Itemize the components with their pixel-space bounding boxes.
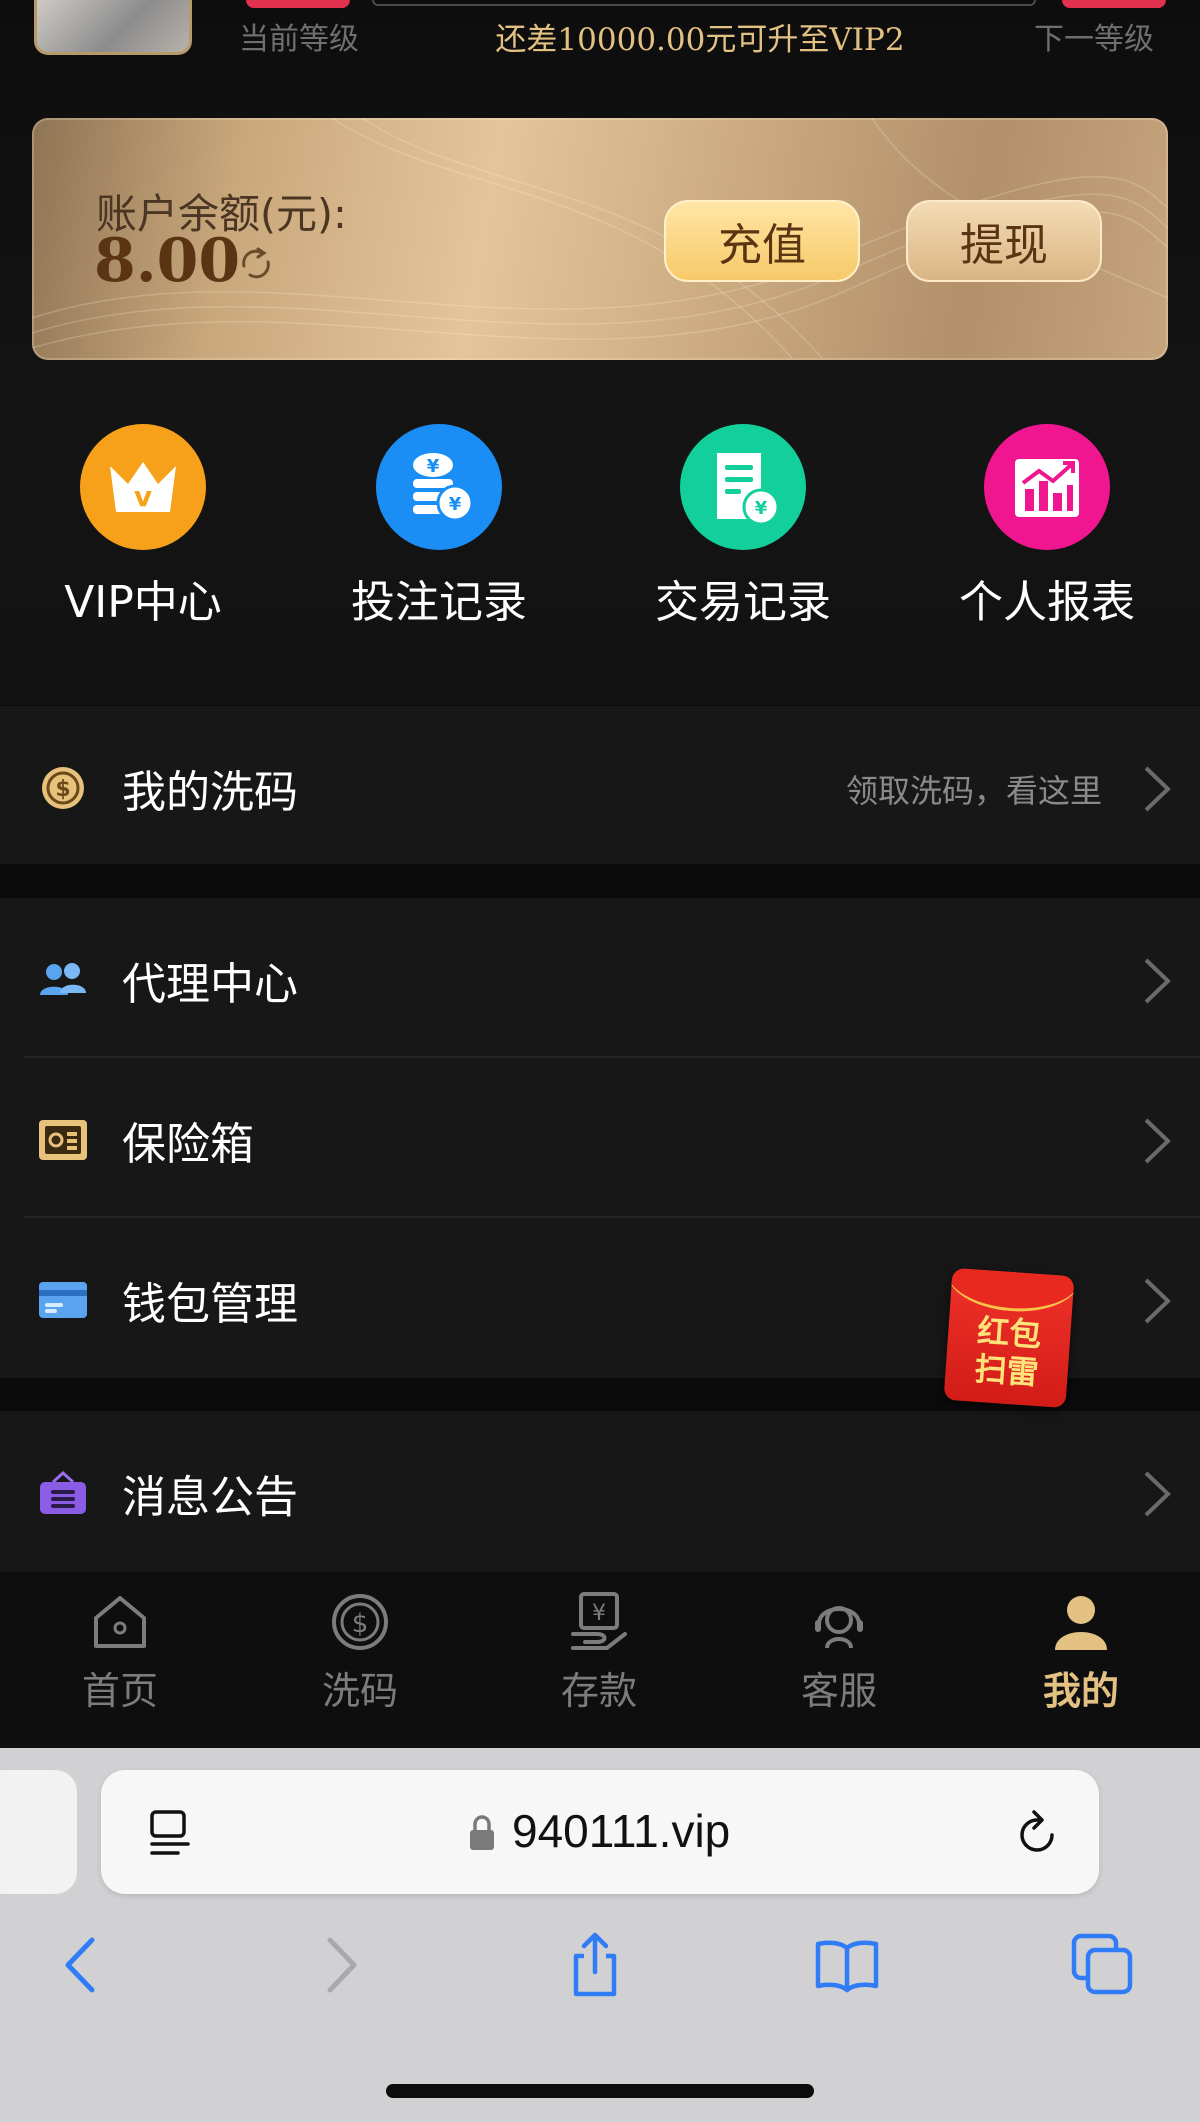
wallet-card-icon [39, 1282, 87, 1318]
tab-wash[interactable]: $ 洗码 [275, 1590, 445, 1740]
menu-item-my-wash[interactable]: $ 我的洗码 领取洗码，看这里 [0, 706, 1200, 864]
envelope-flap [944, 1267, 1075, 1316]
svg-text:¥: ¥ [449, 494, 462, 515]
support-icon [815, 1606, 863, 1649]
tabs-overview-icon[interactable] [1068, 1930, 1138, 2000]
tab-label: 洗码 [321, 1669, 398, 1713]
shortcut-label: VIP中心 [64, 577, 222, 628]
tab-mine[interactable]: 我的 [996, 1590, 1166, 1740]
tab-label: 存款 [560, 1669, 637, 1713]
shortcut-personal-report[interactable]: 个人报表 [922, 424, 1172, 628]
bookmarks-book-icon[interactable] [812, 1930, 882, 2000]
coins-icon: ¥ ¥ [376, 424, 502, 550]
home-indicator[interactable] [386, 2084, 814, 2098]
svg-text:$: $ [352, 1609, 369, 1639]
vip-progress-bar [372, 0, 1036, 6]
chevron-right-icon [1144, 1278, 1171, 1324]
chevron-right-icon [1144, 766, 1171, 812]
svg-text:¥: ¥ [427, 456, 440, 477]
next-level-badge [1062, 0, 1166, 8]
current-level-badge [246, 0, 350, 8]
menu-item-title: 钱包管理 [122, 1279, 298, 1330]
next-level-label: 下一等级 [1034, 22, 1154, 57]
home-icon [94, 1596, 146, 1648]
refresh-icon[interactable] [236, 244, 276, 284]
bottom-tab-bar: 首页 $ 洗码 ¥ 存款 客服 我的 [0, 1572, 1200, 1748]
menu-item-title: 代理中心 [122, 959, 298, 1010]
svg-text:$: $ [55, 777, 70, 802]
tab-home[interactable]: 首页 [35, 1590, 205, 1740]
shortcut-label: 个人报表 [959, 577, 1135, 628]
menu-item-title: 消息公告 [122, 1472, 298, 1523]
safe-icon [39, 1120, 87, 1160]
shortcut-label: 交易记录 [655, 577, 831, 628]
coin-icon: $ [332, 1594, 388, 1650]
receipt-icon: ¥ [680, 424, 806, 550]
previous-tab-preview[interactable] [0, 1770, 77, 1894]
shortcut-vip-center[interactable]: v VIP中心 [18, 424, 268, 628]
menu-group-wash: $ 我的洗码 领取洗码，看这里 [0, 706, 1200, 864]
lock-icon [470, 1815, 494, 1850]
current-level-label: 当前等级 [239, 22, 359, 57]
menu-item-safe-box[interactable]: 保险箱 [0, 1058, 1200, 1216]
tab-deposit[interactable]: ¥ 存款 [514, 1590, 684, 1740]
page-menu-icon[interactable] [148, 1808, 194, 1858]
tab-customer-service[interactable]: 客服 [754, 1590, 924, 1740]
upgrade-tip: 还差10000.00元可升至VIP2 [495, 22, 905, 58]
forward-arrow-icon[interactable] [308, 1930, 378, 2000]
menu-item-title: 保险箱 [122, 1119, 254, 1170]
red-envelope-line2: 扫雷 [973, 1349, 1040, 1393]
users-icon [40, 963, 86, 995]
tab-label: 客服 [800, 1669, 877, 1713]
chevron-right-icon [1144, 1471, 1171, 1517]
shortcut-transaction-records[interactable]: ¥ 交易记录 [618, 424, 868, 628]
withdraw-button[interactable]: 提现 [906, 200, 1102, 282]
tab-label: 我的 [1042, 1669, 1119, 1713]
menu-item-hint: 领取洗码，看这里 [845, 772, 1102, 810]
share-icon[interactable] [560, 1930, 630, 2000]
menu-item-agent-center[interactable]: 代理中心 [0, 898, 1200, 1056]
deposit-icon: ¥ [571, 1592, 627, 1650]
shortcut-bet-records[interactable]: ¥ ¥ 投注记录 [314, 424, 564, 628]
url-text[interactable]: 940111.vip [512, 1804, 730, 1858]
chart-icon [984, 424, 1110, 550]
red-envelope-minesweeper-button[interactable]: 红包 扫雷 [943, 1267, 1075, 1409]
chevron-right-icon [1144, 1118, 1171, 1164]
tab-label: 首页 [81, 1669, 158, 1713]
recharge-button[interactable]: 充值 [664, 200, 860, 282]
menu-item-announcements[interactable]: 消息公告 [0, 1411, 1200, 1569]
notice-bag-icon [40, 1470, 86, 1514]
menu-group-notice: 消息公告 [0, 1411, 1200, 1572]
svg-text:¥: ¥ [592, 1601, 606, 1626]
red-envelope-text: 红包 扫雷 [945, 1310, 1072, 1394]
reload-icon[interactable] [1014, 1808, 1062, 1858]
coin-icon: $ [42, 767, 84, 809]
user-icon [1055, 1596, 1107, 1650]
svg-text:¥: ¥ [755, 498, 768, 519]
menu-item-title: 我的洗码 [122, 767, 298, 818]
chevron-right-icon [1144, 958, 1171, 1004]
shortcut-label: 投注记录 [351, 577, 527, 628]
crown-icon: v [80, 424, 206, 550]
avatar[interactable] [34, 0, 192, 55]
balance-amount: 8.00 [94, 226, 241, 296]
back-arrow-icon[interactable] [46, 1930, 116, 2000]
svg-text:v: v [134, 480, 152, 513]
